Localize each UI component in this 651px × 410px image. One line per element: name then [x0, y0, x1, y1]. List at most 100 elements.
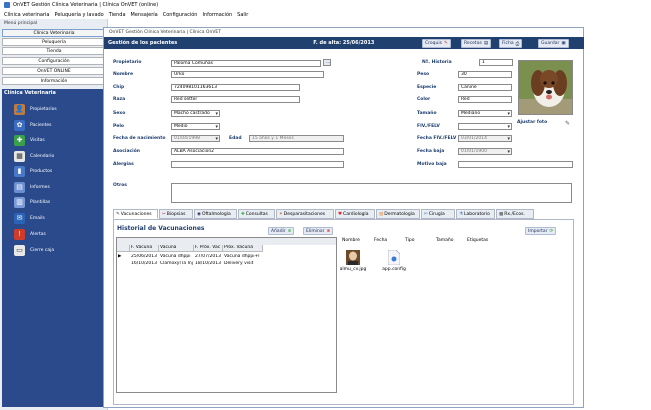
nav-emails[interactable]: ✉ Emails — [14, 211, 104, 225]
parasite-icon: ✦ — [279, 211, 283, 217]
nav-informes[interactable]: ▤ Informes — [14, 180, 104, 194]
sidebar-btn-informacion[interactable]: Información — [2, 77, 106, 85]
nacimiento-date[interactable]: 01/04/1998 — [171, 135, 220, 142]
fecha-baja-label: Fecha baja — [417, 149, 445, 154]
sidebar-btn-clinica[interactable]: Clínica Veterinaria — [2, 29, 106, 37]
menu-clinica[interactable]: Clínica veterinaria — [4, 12, 50, 18]
raza-field[interactable]: Red setter — [171, 96, 300, 103]
motivo-baja-label: Motivo baja — [417, 162, 447, 167]
peso-field[interactable]: 30 — [458, 71, 512, 78]
raza-label: Raza — [113, 97, 126, 102]
menu-tienda[interactable]: Tienda — [109, 12, 126, 18]
sidebar-btn-configuracion[interactable]: Configuración — [2, 57, 106, 65]
flask-icon: ⚗ — [459, 211, 464, 217]
fecha-baja-date[interactable]: 01/01/1900 — [458, 148, 512, 155]
menu-bar: Clínica veterinaria Peluquería y lavado … — [0, 10, 651, 19]
tab-biopsias[interactable]: ✂ Biopsias — [159, 209, 193, 219]
menu-mensajeria[interactable]: Mensajería — [131, 12, 158, 18]
tab-desparasitaciones[interactable]: ✦ Desparasitaciones — [276, 209, 334, 219]
cash-register-icon: ▭ — [14, 244, 25, 256]
image-file-icon — [346, 250, 360, 265]
pelo-label: Pelo — [113, 124, 124, 129]
tab-cardiologia[interactable]: ♥ Cardiología — [335, 209, 375, 219]
col-prox-vacuna[interactable]: Próx. Vacuna — [223, 245, 263, 251]
menu-peluqueria[interactable]: Peluquería y lavado — [55, 12, 104, 18]
asociacion-field[interactable]: ALBA Asociacion2 — [171, 148, 344, 155]
col-etiquetas[interactable]: Etiquetas — [465, 238, 500, 245]
nav-calendario[interactable]: ▦ Calendario — [14, 149, 104, 163]
nav-alertas[interactable]: ! Alertas — [14, 227, 104, 241]
alta-date: F. de alta: 25/06/2013 — [313, 40, 375, 46]
edad-label: Edad — [229, 136, 242, 141]
attach-icon[interactable]: ✎ — [565, 120, 570, 127]
nombre-field[interactable]: Urko — [171, 71, 324, 78]
sidebar-btn-tienda[interactable]: Tienda — [2, 47, 106, 55]
delete-vacuna-button[interactable]: Eliminar ⊗ — [303, 227, 334, 235]
ficha-button[interactable]: Ficha ⎙ — [499, 39, 523, 48]
tab-dermatologia[interactable]: ▧ Dermatología — [376, 209, 420, 219]
menu-informacion[interactable]: Información — [202, 12, 232, 18]
table-row[interactable]: ▶ 25/06/2013 Vacuna dhppi 27/07/2013 Vac… — [117, 254, 263, 261]
col-tamano[interactable]: Tamaño — [434, 238, 465, 245]
file-item[interactable]: almu_cv.jpg — [340, 250, 366, 272]
sidebar-btn-onvet-online[interactable]: OnVET ONLINE — [2, 67, 106, 75]
propietario-field[interactable]: Paloma Comuñas — [171, 60, 321, 67]
add-vacuna-button[interactable]: Añadir ⊕ — [268, 227, 295, 235]
tab-oftalmologia[interactable]: ◉ Oftalmología — [194, 209, 237, 219]
menu-salir[interactable]: Salir — [237, 12, 248, 18]
nav-visitas[interactable]: ✚ Visitas — [14, 133, 104, 147]
guardar-button[interactable]: Guardar ▣ — [538, 39, 569, 48]
nav-pacientes[interactable]: ✿ Pacientes — [14, 118, 104, 132]
otros-textarea[interactable] — [171, 183, 572, 203]
file-item[interactable]: app.config — [382, 250, 406, 272]
col-nombre[interactable]: Nombre — [340, 238, 372, 245]
chip-field[interactable]: 724098101163613 — [171, 84, 300, 91]
tab-rx-ecos[interactable]: ▩ Rx./Ecos. — [496, 209, 534, 219]
nav-propietarios[interactable]: 👤 Propietarios — [14, 102, 104, 116]
nav-productos[interactable]: ▮ Productos — [14, 164, 104, 178]
xray-icon: ▩ — [499, 211, 504, 217]
motivo-baja-field[interactable] — [458, 161, 573, 168]
col-f-prox[interactable]: F. Próx. Vac — [194, 245, 223, 251]
tab-vacunaciones[interactable]: ✎ Vacunaciones — [113, 209, 158, 219]
alert-icon: ! — [14, 228, 25, 240]
propietario-picker-button[interactable]: ... — [323, 59, 331, 66]
add-visit-icon: ✚ — [14, 134, 25, 146]
croquis-button[interactable]: Croquis ✎ — [422, 39, 451, 48]
vet-nav-header: Clínica Veterinaria — [4, 90, 56, 96]
edad-field: 15 años y 1 Meses — [249, 135, 344, 142]
pelo-select[interactable]: Medio — [171, 123, 220, 130]
col-f-vacuna[interactable]: F. Vacuna — [130, 245, 159, 251]
sidebar-btn-peluqueria[interactable]: Peluquería — [2, 38, 106, 46]
nav-cierre-caja[interactable]: ▭ Cierre caja — [14, 243, 104, 257]
tab-laboratorio[interactable]: ⚗ Laboratorio — [456, 209, 495, 219]
fecha-fiv-date[interactable]: 03/01/2014 — [458, 135, 512, 142]
asociacion-label: Asociación — [113, 149, 141, 154]
files-header: Nombre Fecha Tipo Tamaño Etiquetas — [340, 238, 572, 245]
menu-configuracion[interactable]: Configuración — [163, 12, 198, 18]
alergias-field[interactable] — [171, 161, 344, 168]
email-icon: ✉ — [14, 212, 25, 224]
fiv-select[interactable] — [458, 123, 512, 130]
tab-cirugia[interactable]: ✄ Cirugía — [421, 209, 455, 219]
table-row[interactable]: 16/10/2013 Clamoxyl la Inj 100ml 18/10/2… — [117, 261, 263, 268]
reports-icon: ▤ — [14, 181, 25, 193]
recetas-button[interactable]: Recetas ▤ — [461, 39, 492, 48]
tamano-select[interactable]: Mediano — [458, 110, 512, 117]
propietario-label: Propietario — [113, 60, 142, 65]
nav-plantillas[interactable]: ▥ Plantillas — [14, 195, 104, 209]
otros-label: Otros — [113, 183, 127, 188]
col-vacuna[interactable]: Vacuna — [159, 245, 194, 251]
especie-field[interactable]: Canine — [458, 84, 512, 91]
import-button[interactable]: Importar ⟳ — [525, 227, 557, 235]
tab-consultas[interactable]: ✚ Consultas — [238, 209, 275, 219]
col-tipo[interactable]: Tipo — [403, 238, 434, 245]
color-field[interactable]: Red — [458, 96, 512, 103]
col-fecha[interactable]: Fecha — [372, 238, 403, 245]
historia-field[interactable]: 1 — [479, 59, 513, 66]
ajustar-foto-link[interactable]: Ajustar foto — [517, 120, 547, 125]
sexo-select[interactable]: Macho castrado — [171, 110, 220, 117]
patient-photo[interactable] — [518, 60, 573, 115]
owners-icon: 👤 — [14, 103, 25, 115]
peso-label: Peso — [417, 72, 430, 77]
